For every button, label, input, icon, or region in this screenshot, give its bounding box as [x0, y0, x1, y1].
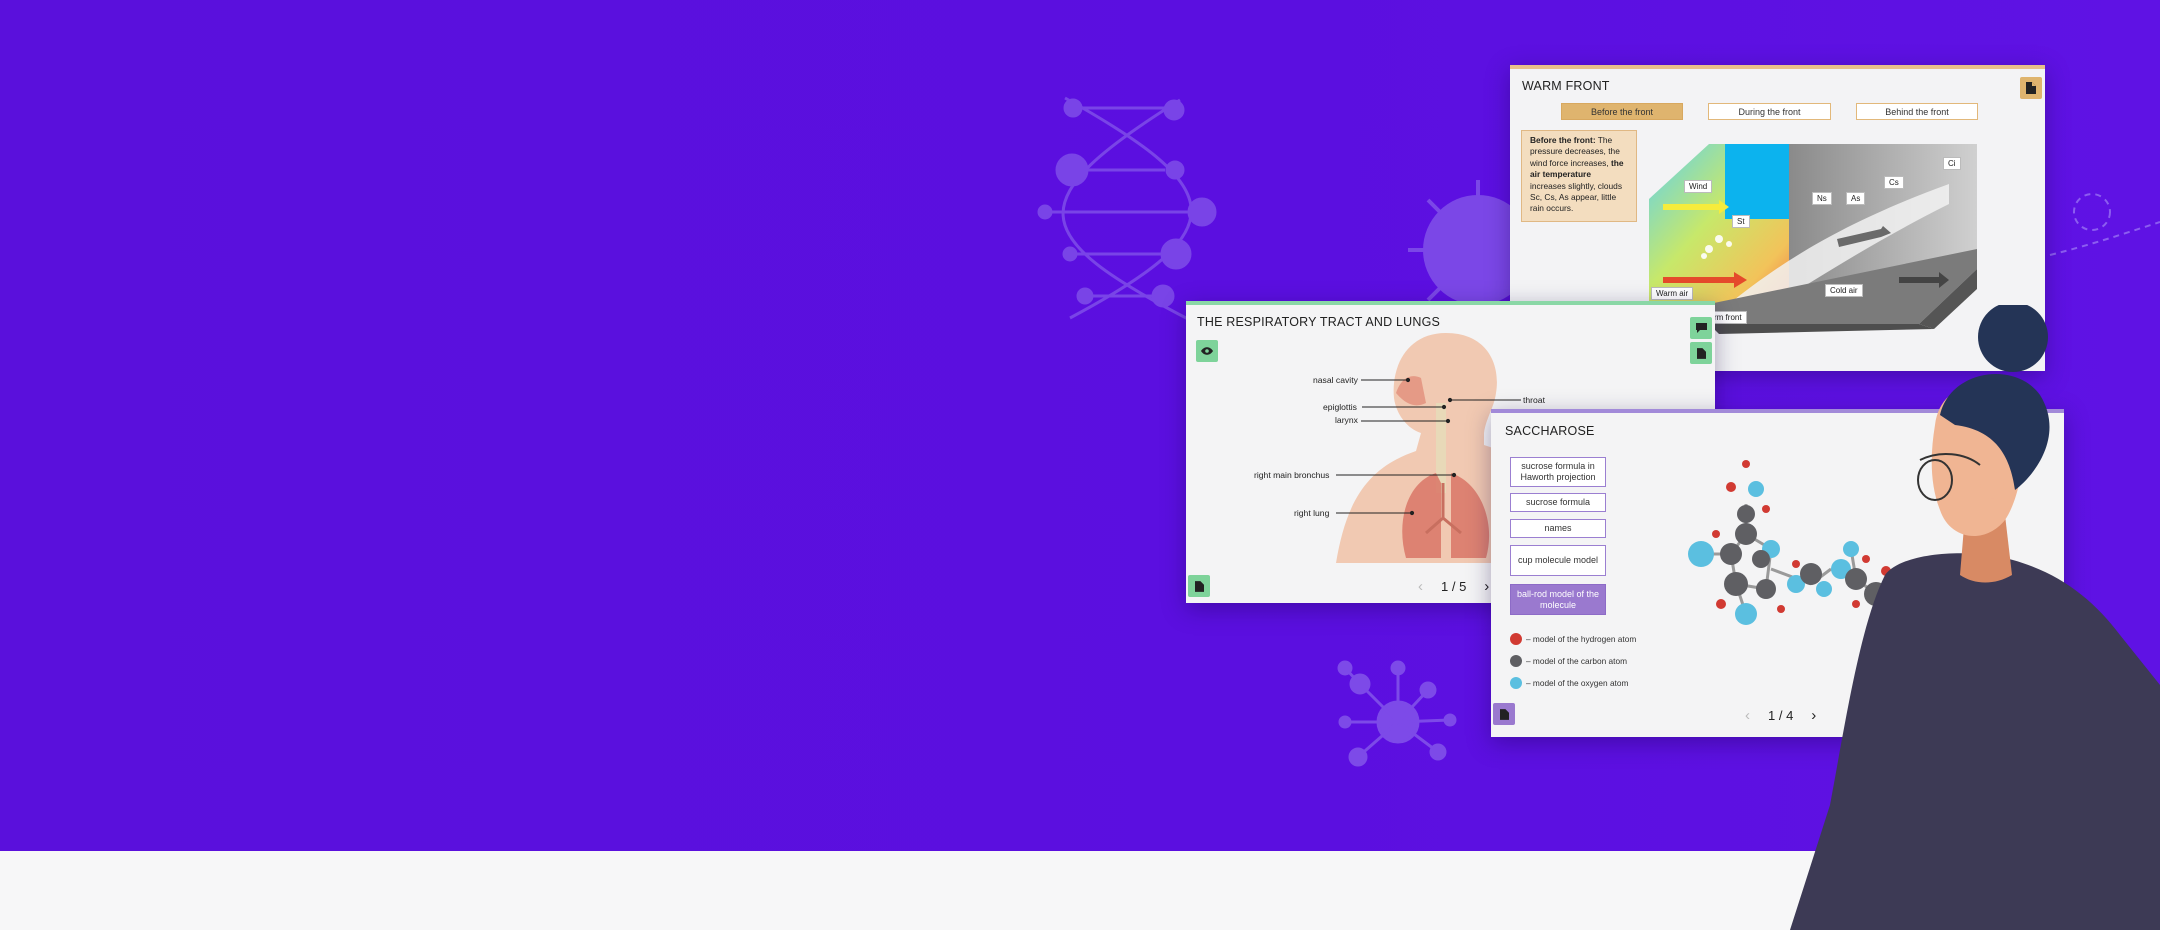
label-st: St — [1732, 215, 1750, 228]
hair-bun — [1978, 305, 2048, 372]
legend-carbon-text: – model of the carbon atom — [1526, 656, 1628, 666]
carbon-dot-icon — [1510, 655, 1522, 667]
legend-oxygen: – model of the oxygen atom — [1510, 677, 1628, 689]
button-ball-rod-model[interactable]: ball-rod model of the molecule — [1510, 584, 1606, 615]
description-text-2: increases slightly, clouds Sc, Cs, As ap… — [1530, 180, 1623, 214]
prev-page-button[interactable]: ‹ — [1418, 578, 1423, 595]
legend-carbon: – model of the carbon atom — [1510, 655, 1627, 667]
label-right-lung: right lung — [1294, 508, 1330, 518]
front-description: Before the front: The pressure decreases… — [1521, 130, 1637, 222]
card-title: WARM FRONT — [1522, 79, 1610, 93]
button-sucrose-formula[interactable]: sucrose formula — [1510, 493, 1606, 512]
page-indicator: 1 / 5 — [1441, 579, 1467, 594]
legend-oxygen-text: – model of the oxygen atom — [1526, 678, 1629, 688]
legend-hydrogen-text: – model of the hydrogen atom — [1526, 634, 1637, 644]
button-cup-model[interactable]: cup molecule model — [1510, 545, 1606, 576]
document-icon[interactable] — [2020, 77, 2042, 99]
label-throat: throat — [1523, 395, 1545, 405]
label-epiglottis: epiglottis — [1323, 402, 1357, 412]
label-warm-air: Warm air — [1651, 287, 1694, 300]
next-page-button[interactable]: › — [1484, 578, 1489, 595]
label-as: As — [1846, 192, 1866, 205]
tab-behind-front[interactable]: Behind the front — [1856, 103, 1978, 120]
document-icon[interactable] — [1493, 703, 1515, 725]
label-right-main-bronchus: right main bronchus — [1254, 470, 1330, 480]
card-top-bar — [1510, 65, 2045, 69]
button-haworth-projection[interactable]: sucrose formula in Haworth projection — [1510, 457, 1606, 487]
molecule-network-icon — [1337, 660, 1457, 767]
description-bold: Before the front: — [1530, 135, 1596, 145]
label-ci: Ci — [1943, 157, 1961, 170]
tab-before-front[interactable]: Before the front — [1561, 103, 1683, 120]
label-cs: Cs — [1884, 176, 1904, 189]
dashed-swirl-icon — [2049, 193, 2160, 256]
button-names[interactable]: names — [1510, 519, 1606, 538]
label-cold-air: Cold air — [1825, 284, 1863, 297]
tab-during-front[interactable]: During the front — [1708, 103, 1831, 120]
dna-icon — [1037, 96, 1217, 322]
person-illustration — [1790, 305, 2160, 930]
label-larynx: larynx — [1335, 415, 1358, 425]
label-ns: Ns — [1812, 192, 1832, 205]
pagination: ‹ 1 / 5 › — [1418, 578, 1489, 595]
label-wind: Wind — [1684, 180, 1713, 193]
prev-page-button[interactable]: ‹ — [1745, 707, 1750, 724]
card-title: SACCHAROSE — [1505, 424, 1595, 438]
label-nasal-cavity: nasal cavity — [1313, 375, 1358, 385]
hydrogen-dot-icon — [1510, 633, 1522, 645]
oxygen-dot-icon — [1510, 677, 1522, 689]
legend-hydrogen: – model of the hydrogen atom — [1510, 633, 1636, 645]
